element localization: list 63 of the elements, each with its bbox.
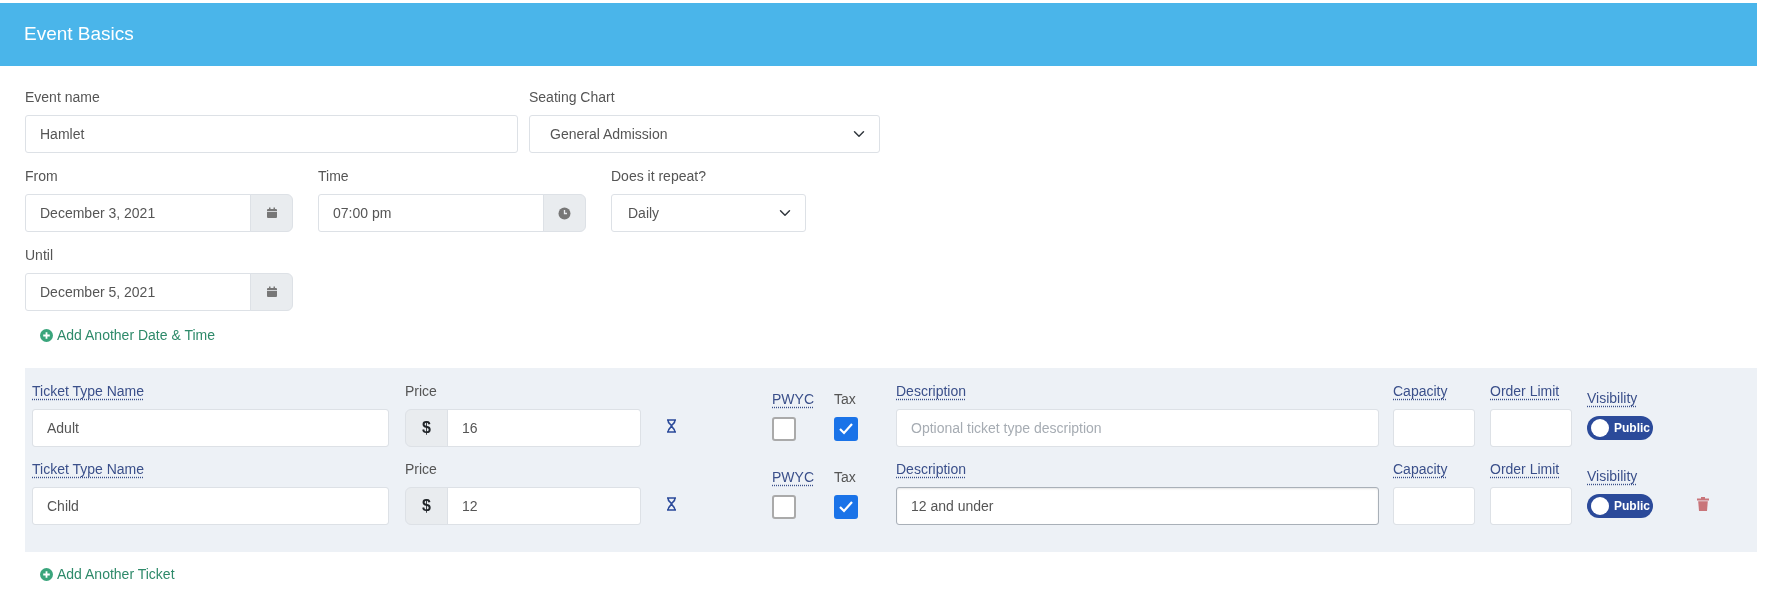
column-heading: Visibility [1587,389,1639,407]
capacity-input[interactable] [1393,409,1475,447]
visibility-toggle[interactable]: Public [1587,494,1653,518]
price-input[interactable]: 16 [447,409,641,447]
column-heading: PWYC [772,468,815,486]
description-input[interactable]: Optional ticket type description [896,409,1379,447]
price-input[interactable]: 12 [447,487,641,525]
column-heading: Ticket Type Name [32,382,146,400]
checkbox[interactable] [772,495,796,519]
add-ticket-link[interactable]: Add Another Ticket [40,564,175,585]
column-heading: Capacity [1393,460,1449,478]
checkbox[interactable] [834,417,858,441]
field-label: Does it repeat? [611,167,707,185]
ticket-name-input[interactable]: Child [32,487,389,525]
clock-icon [558,206,571,220]
currency-addon: $ [405,487,448,525]
field-label: Time [318,167,350,185]
repeat-select[interactable]: Daily [611,194,806,232]
plus-icon [40,329,53,342]
field-label: Price [405,382,438,400]
checkbox[interactable] [834,495,858,519]
calendar-icon [265,286,278,298]
column-heading: PWYC [772,390,815,408]
event-name-input[interactable]: Hamlet [25,115,518,153]
date-input[interactable]: December 5, 2021 [25,273,251,311]
checkbox[interactable] [772,417,796,441]
time-picker-button[interactable] [543,194,586,232]
section-title: Event Basics [24,22,134,47]
column-heading: Capacity [1393,382,1449,400]
check-icon [838,422,854,436]
field-label: Seating Chart [529,88,616,106]
column-heading: Description [896,382,968,400]
hourglass-icon [666,497,677,512]
field-label: Until [25,246,54,264]
column-heading: Description [896,460,968,478]
hourglass-icon [666,419,677,434]
seating-chart-select[interactable]: General Admission [529,115,880,153]
field-label: Price [405,460,438,478]
date-input[interactable]: December 3, 2021 [25,194,251,232]
column-heading: Order Limit [1490,382,1561,400]
description-input[interactable]: 12 and under [896,487,1379,525]
order-limit-input[interactable] [1490,409,1572,447]
date-picker-button[interactable] [250,273,293,311]
field-label: Tax [834,468,857,486]
trash-icon [1697,497,1709,512]
date-picker-button[interactable] [250,194,293,232]
field-label: From [25,167,59,185]
column-heading: Order Limit [1490,460,1561,478]
column-heading: Visibility [1587,467,1639,485]
order-limit-input[interactable] [1490,487,1572,525]
check-icon [838,500,854,514]
column-heading: Ticket Type Name [32,460,146,478]
currency-addon: $ [405,409,448,447]
field-label: Tax [834,390,857,408]
capacity-input[interactable] [1393,487,1475,525]
time-input[interactable]: 07:00 pm [318,194,544,232]
visibility-toggle[interactable]: Public [1587,416,1653,440]
plus-icon [40,568,53,581]
field-label: Event name [25,88,101,106]
delete-button[interactable] [1697,497,1709,512]
ticket-name-input[interactable]: Adult [32,409,389,447]
calendar-icon [265,207,278,219]
add-date-link[interactable]: Add Another Date & Time [40,325,215,346]
